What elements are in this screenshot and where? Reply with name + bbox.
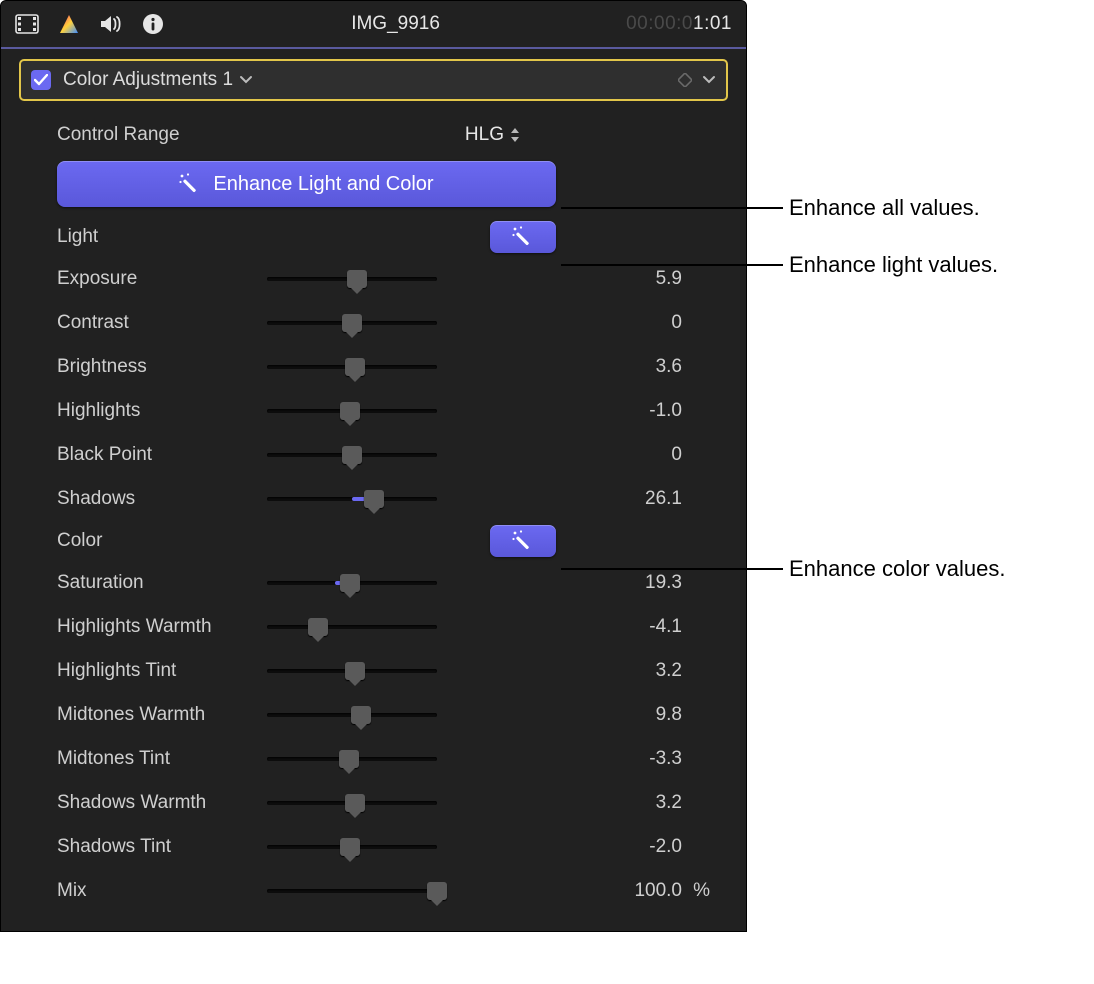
shwarm-slider[interactable] [267,792,437,814]
mix-row: Mix 100.0% [1,869,746,913]
shadows-slider[interactable] [267,488,437,510]
brightness-slider-thumb[interactable] [345,358,365,376]
midtint-row: Midtones Tint -3.3 [1,737,746,781]
hlwarm-slider[interactable] [267,616,437,638]
highlights-row: Highlights -1.0 [1,389,746,433]
hlwarm-label: Highlights Warmth [57,616,267,638]
inspector-toolbar: IMG_9916 00:00:01:01 [1,1,746,49]
wand-icon [512,530,534,552]
highlights-value[interactable]: -1.0 [592,400,682,422]
inspector-panel: IMG_9916 00:00:01:01 Color Adjustments 1 [0,0,747,932]
saturation-slider[interactable] [267,572,437,594]
contrast-label: Contrast [57,312,267,334]
shtint-value[interactable]: -2.0 [592,836,682,858]
control-range-label: Control Range [57,124,465,146]
midwarm-value[interactable]: 9.8 [592,704,682,726]
shwarm-label: Shadows Warmth [57,792,267,814]
midwarm-slider-thumb[interactable] [351,706,371,724]
effect-header[interactable]: Color Adjustments 1 [19,59,728,101]
blackpoint-row: Black Point 0 [1,433,746,477]
contrast-value[interactable]: 0 [592,312,682,334]
mix-slider-thumb[interactable] [427,882,447,900]
color-label: Color [57,530,490,552]
hltint-slider-thumb[interactable] [345,662,365,680]
light-label: Light [57,226,490,248]
midwarm-slider[interactable] [267,704,437,726]
midtint-slider-thumb[interactable] [339,750,359,768]
control-range-select[interactable]: HLG [465,124,520,146]
midtint-value[interactable]: -3.3 [592,748,682,770]
exposure-label: Exposure [57,268,267,290]
clip-title: IMG_9916 [165,13,626,35]
effect-name: Color Adjustments 1 [63,69,233,91]
shadows-row: Shadows 26.1 [1,477,746,521]
timecode: 00:00:01:01 [626,13,732,35]
contrast-slider-thumb[interactable] [342,314,362,332]
brightness-value[interactable]: 3.6 [592,356,682,378]
shwarm-value[interactable]: 3.2 [592,792,682,814]
control-range-row: Control Range HLG [1,113,746,157]
audio-tab-icon[interactable] [99,12,123,36]
shadows-label: Shadows [57,488,267,510]
hltint-value[interactable]: 3.2 [592,660,682,682]
effect-enable-checkbox[interactable] [31,70,51,90]
shtint-slider-thumb[interactable] [340,838,360,856]
midwarm-label: Midtones Warmth [57,704,267,726]
mix-value[interactable]: 100.0 [592,880,682,902]
mix-label: Mix [57,880,267,902]
light-section-row: Light [1,217,746,257]
hltint-label: Highlights Tint [57,660,267,682]
color-section-row: Color [1,521,746,561]
saturation-label: Saturation [57,572,267,594]
brightness-slider[interactable] [267,356,437,378]
hlwarm-row: Highlights Warmth -4.1 [1,605,746,649]
effect-menu-chevron-icon[interactable] [702,75,716,85]
info-tab-icon[interactable] [141,12,165,36]
midwarm-row: Midtones Warmth 9.8 [1,693,746,737]
shtint-slider[interactable] [267,836,437,858]
color-tab-icon[interactable] [57,12,81,36]
mix-unit: % [686,880,710,902]
blackpoint-slider[interactable] [267,444,437,466]
enhance-light-button[interactable] [490,221,556,253]
blackpoint-label: Black Point [57,444,267,466]
highlights-slider[interactable] [267,400,437,422]
shtint-label: Shadows Tint [57,836,267,858]
hltint-slider[interactable] [267,660,437,682]
effect-preset-chevron-icon[interactable] [239,75,253,85]
callout-enhance-light: Enhance light values. [789,252,998,278]
hlwarm-value[interactable]: -4.1 [592,616,682,638]
brightness-row: Brightness 3.6 [1,345,746,389]
shtint-row: Shadows Tint -2.0 [1,825,746,869]
hlwarm-slider-thumb[interactable] [308,618,328,636]
callout-enhance-color: Enhance color values. [789,556,1005,582]
contrast-slider[interactable] [267,312,437,334]
shadows-value[interactable]: 26.1 [592,488,682,510]
wand-icon [512,226,534,248]
sort-arrows-icon [510,128,520,142]
contrast-row: Contrast 0 [1,301,746,345]
midtint-label: Midtones Tint [57,748,267,770]
video-tab-icon[interactable] [15,12,39,36]
callout-enhance-all: Enhance all values. [789,195,980,221]
hltint-row: Highlights Tint 3.2 [1,649,746,693]
shwarm-row: Shadows Warmth 3.2 [1,781,746,825]
highlights-label: Highlights [57,400,267,422]
exposure-slider-thumb[interactable] [347,270,367,288]
shwarm-slider-thumb[interactable] [345,794,365,812]
midtint-slider[interactable] [267,748,437,770]
brightness-label: Brightness [57,356,267,378]
enhance-color-button[interactable] [490,525,556,557]
shadows-slider-thumb[interactable] [364,490,384,508]
wand-icon [179,173,201,195]
blackpoint-slider-thumb[interactable] [342,446,362,464]
highlights-slider-thumb[interactable] [340,402,360,420]
enhance-light-and-color-button[interactable]: Enhance Light and Color [57,161,556,207]
keyframe-icon[interactable] [678,73,692,87]
saturation-slider-thumb[interactable] [340,574,360,592]
exposure-slider[interactable] [267,268,437,290]
blackpoint-value[interactable]: 0 [592,444,682,466]
mix-slider[interactable] [267,880,437,902]
